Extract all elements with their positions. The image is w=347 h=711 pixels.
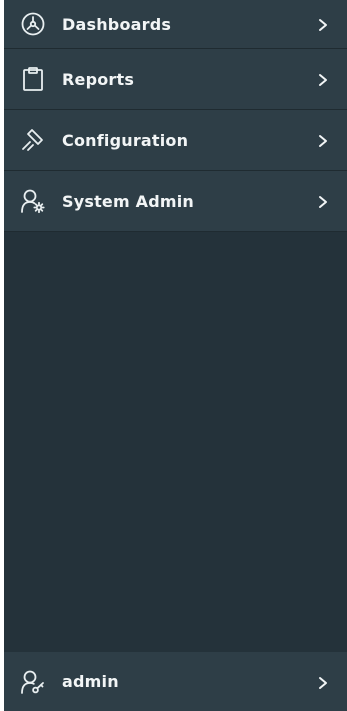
sidebar-item-configuration[interactable]: Configuration (4, 110, 347, 171)
sidebar-item-label: Configuration (62, 130, 189, 150)
user-menu[interactable]: admin (4, 652, 347, 711)
sidebar-nav: Dashboards Reports Configuration System … (4, 0, 347, 232)
user-key-icon (19, 668, 47, 696)
dashboard-gauge-icon (19, 10, 47, 38)
sidebar-item-label: Dashboards (62, 14, 172, 34)
chevron-right-icon (317, 72, 329, 86)
chevron-right-icon (317, 17, 329, 31)
chevron-right-icon (317, 194, 329, 208)
user-name: admin (62, 672, 119, 691)
sidebar-item-label: System Admin (62, 191, 195, 211)
chevron-right-icon (317, 133, 329, 147)
sidebar-item-system-admin[interactable]: System Admin (4, 171, 347, 232)
sidebar-item-reports[interactable]: Reports (4, 49, 347, 110)
user-gear-icon (19, 187, 47, 215)
hammer-icon (19, 126, 47, 154)
sidebar-item-dashboards[interactable]: Dashboards (4, 0, 347, 49)
clipboard-icon (19, 65, 47, 93)
sidebar-item-label: Reports (62, 69, 135, 89)
sidebar: Dashboards Reports Configuration System … (4, 0, 347, 711)
chevron-right-icon (317, 675, 329, 689)
